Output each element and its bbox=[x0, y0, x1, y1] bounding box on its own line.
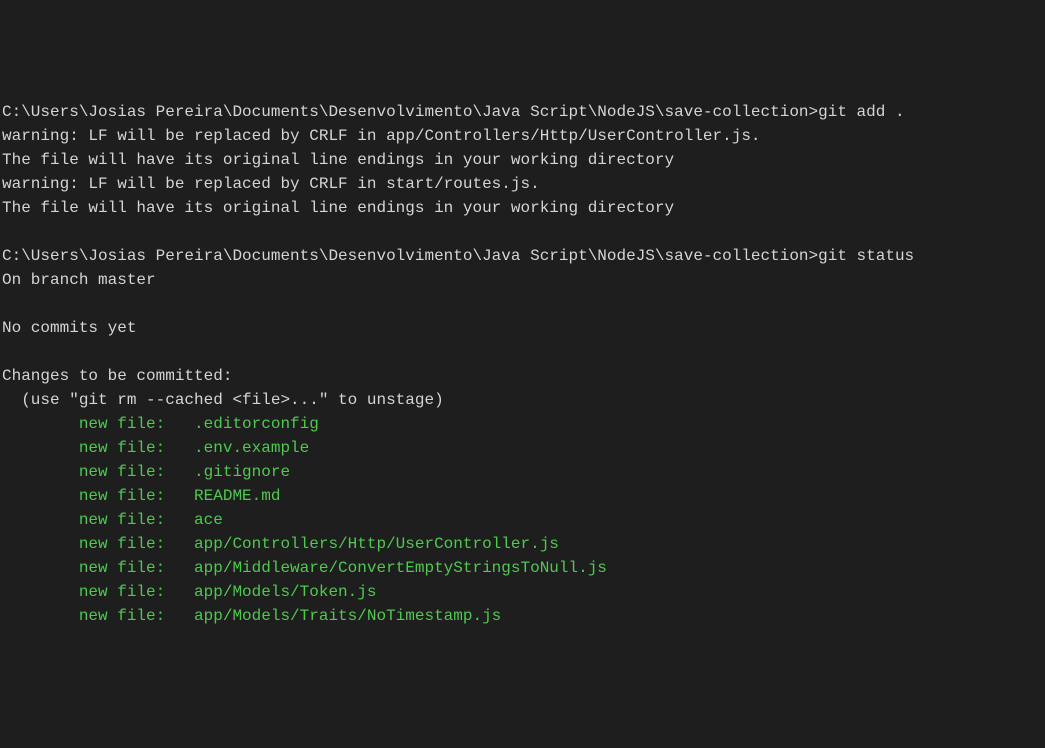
staged-file: new file: ace bbox=[2, 508, 1043, 532]
command-2: git status bbox=[818, 247, 914, 265]
branch-info: On branch master bbox=[2, 271, 156, 289]
commits-info: No commits yet bbox=[2, 319, 136, 337]
staged-file: new file: app/Models/Traits/NoTimestamp.… bbox=[2, 604, 1043, 628]
staged-file: new file: .editorconfig bbox=[2, 412, 1043, 436]
command-1: git add . bbox=[818, 103, 904, 121]
prompt-path-2: C:\Users\Josias Pereira\Documents\Desenv… bbox=[2, 247, 818, 265]
staged-file: new file: app/Controllers/Http/UserContr… bbox=[2, 532, 1043, 556]
staged-file: new file: .gitignore bbox=[2, 460, 1043, 484]
changes-header: Changes to be committed: bbox=[2, 367, 232, 385]
warning-line-2: The file will have its original line end… bbox=[2, 151, 674, 169]
prompt-path-1: C:\Users\Josias Pereira\Documents\Desenv… bbox=[2, 103, 818, 121]
terminal-output[interactable]: C:\Users\Josias Pereira\Documents\Desenv… bbox=[2, 100, 1043, 628]
staged-file: new file: app/Middleware/ConvertEmptyStr… bbox=[2, 556, 1043, 580]
warning-line-1: warning: LF will be replaced by CRLF in … bbox=[2, 127, 761, 145]
warning-line-4: The file will have its original line end… bbox=[2, 199, 674, 217]
warning-line-3: warning: LF will be replaced by CRLF in … bbox=[2, 175, 540, 193]
staged-file: new file: .env.example bbox=[2, 436, 1043, 460]
unstage-hint: (use "git rm --cached <file>..." to unst… bbox=[2, 391, 444, 409]
staged-file: new file: README.md bbox=[2, 484, 1043, 508]
staged-file: new file: app/Models/Token.js bbox=[2, 580, 1043, 604]
